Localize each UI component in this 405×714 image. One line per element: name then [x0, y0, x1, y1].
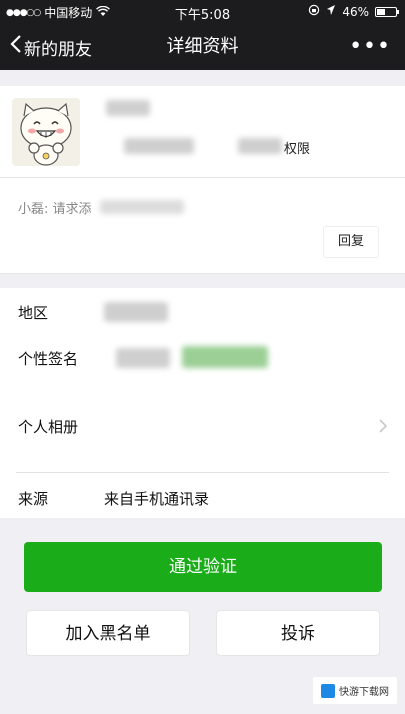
chevron-right-icon	[379, 414, 388, 438]
divider	[16, 472, 389, 473]
signature-image-redacted	[182, 346, 268, 368]
profile-header	[0, 86, 405, 178]
status-right: 46%	[308, 4, 399, 19]
cartoon-cat-icon	[20, 102, 72, 166]
report-button[interactable]: 投诉	[216, 610, 380, 656]
avatar[interactable]	[12, 98, 80, 166]
permission-redacted	[238, 138, 282, 154]
battery-icon	[375, 6, 399, 17]
blacklist-button[interactable]: 加入黑名单	[26, 610, 190, 656]
region-value-redacted	[104, 302, 168, 322]
rotation-lock-icon	[308, 4, 320, 19]
album-row[interactable]: 个人相册	[0, 392, 405, 462]
wechat-id-redacted	[124, 138, 194, 154]
info-list: 地区 个性签名 个人相册 来源 来自手机通讯录	[0, 288, 405, 518]
back-button[interactable]: 新的朋友	[10, 24, 92, 70]
watermark: 快游下载网	[313, 677, 397, 704]
region-row: 地区	[0, 288, 405, 334]
album-label: 个人相册	[18, 418, 79, 436]
greeting-section: 小磊: 请求添 回复	[0, 178, 405, 274]
source-label: 来源	[18, 490, 49, 508]
permission-label[interactable]: 权限	[284, 138, 310, 157]
region-label: 地区	[18, 304, 49, 322]
nav-bar: 新的朋友 详细资料 •••	[0, 24, 405, 70]
chevron-left-icon	[10, 34, 22, 59]
back-label: 新的朋友	[24, 39, 92, 60]
signature-value-redacted	[116, 348, 170, 368]
greeting-message: 小磊: 请求添	[18, 202, 92, 217]
reply-button[interactable]: 回复	[323, 226, 379, 258]
watermark-text: 快游下载网	[339, 687, 389, 698]
signature-label: 个性签名	[18, 350, 79, 368]
watermark-logo-icon	[321, 683, 335, 698]
battery-level	[377, 8, 386, 15]
status-bar: ●●●○○ 中国移动 下午5:08 46%	[0, 0, 405, 24]
location-icon	[326, 4, 336, 19]
greeting-message-redacted	[100, 200, 184, 214]
signature-row: 个性签名	[0, 334, 405, 380]
nickname-redacted	[106, 100, 150, 116]
source-value: 来自手机通讯录	[104, 490, 210, 508]
more-button[interactable]: •••	[349, 24, 391, 70]
battery-percent: 46%	[342, 4, 369, 19]
verify-button[interactable]: 通过验证	[24, 542, 382, 592]
source-row: 来源 来自手机通讯录	[0, 474, 405, 518]
